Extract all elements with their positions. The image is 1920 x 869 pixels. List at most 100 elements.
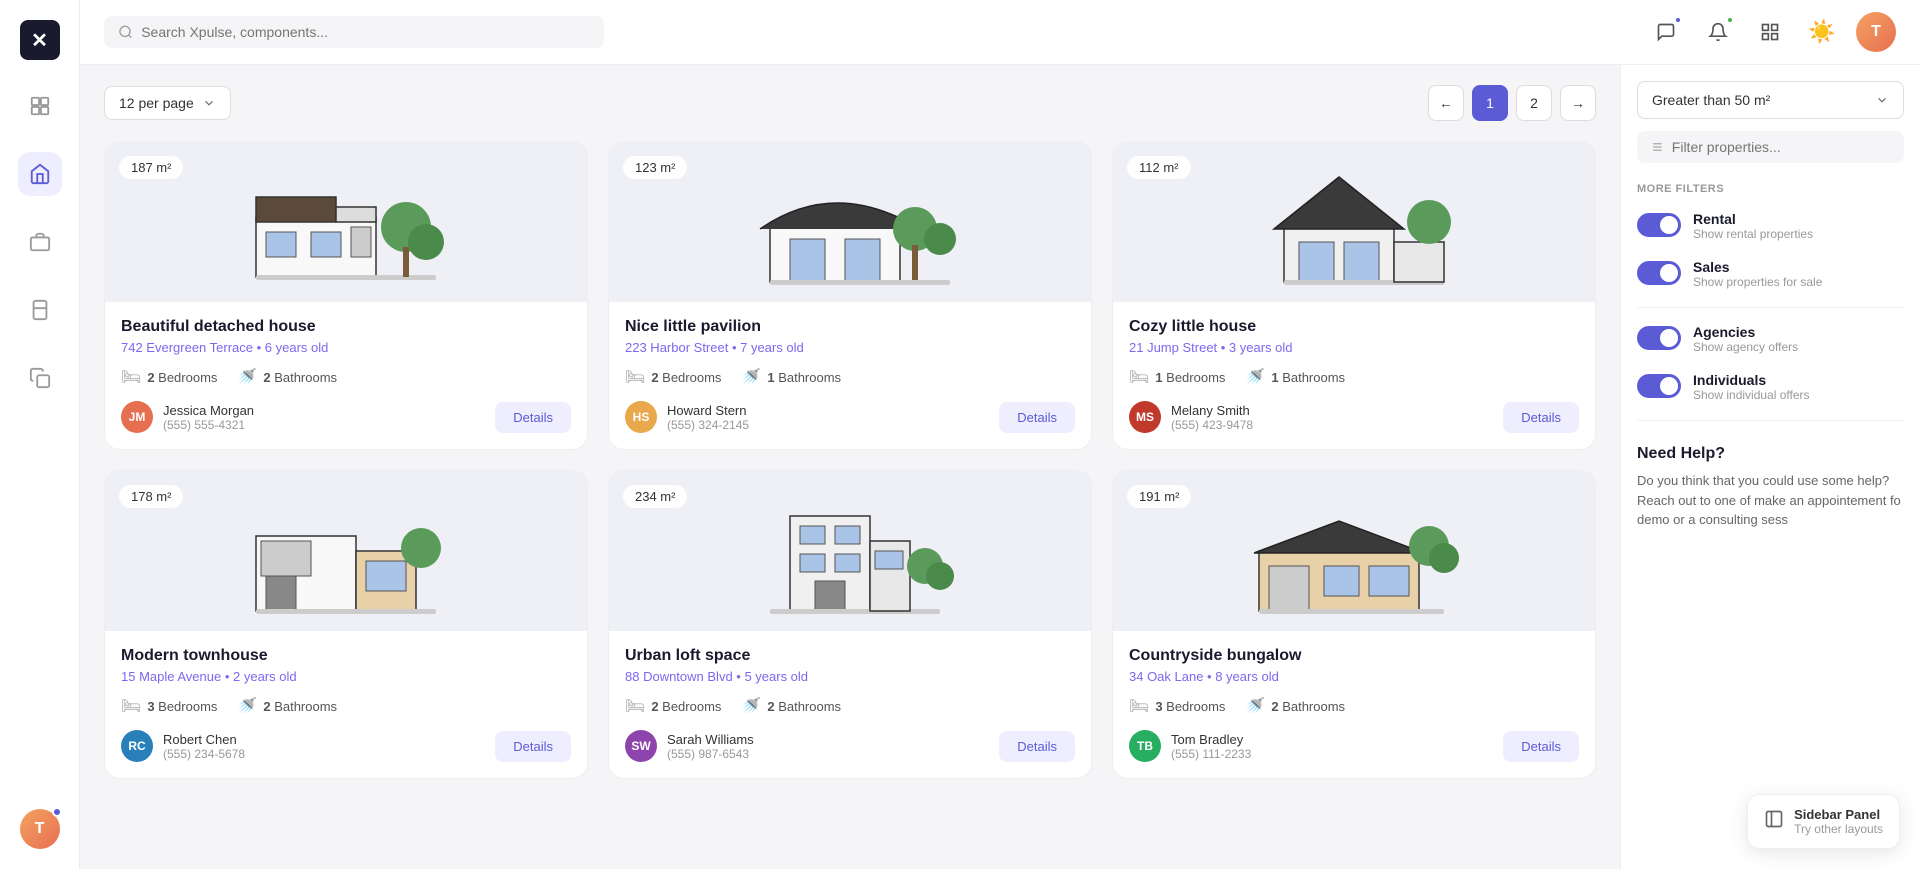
bed-icon: 🛏 <box>121 367 141 387</box>
details-button-4[interactable]: Details <box>495 731 571 762</box>
agencies-filter-name: Agencies <box>1693 324 1798 340</box>
sidebar-panel-hint[interactable]: Sidebar Panel Try other layouts <box>1747 794 1900 849</box>
bed-icon-4: 🛏 <box>121 696 141 716</box>
bedrooms-feature-1: 🛏 2 Bedrooms <box>121 367 217 387</box>
bath-icon: 🚿 <box>237 367 257 387</box>
bedroom-count-4: 3 Bedrooms <box>147 699 217 714</box>
house-illustration-3 <box>1244 157 1464 287</box>
details-button-1[interactable]: Details <box>495 402 571 433</box>
rental-toggle[interactable] <box>1637 213 1681 237</box>
hint-title: Sidebar Panel <box>1794 807 1883 822</box>
sales-filter-text: Sales Show properties for sale <box>1693 259 1822 289</box>
bedrooms-feature-3: 🛏 1 Bedrooms <box>1129 367 1225 387</box>
prev-page-button[interactable]: ← <box>1428 85 1464 121</box>
nav-user-avatar[interactable]: T <box>20 809 60 849</box>
page-1-button[interactable]: 1 <box>1472 85 1508 121</box>
next-page-button[interactable]: → <box>1560 85 1596 121</box>
filter-search-input[interactable] <box>1672 139 1890 155</box>
bathroom-count-2: 1 Bathrooms <box>767 370 841 385</box>
hint-subtitle: Try other layouts <box>1794 822 1883 836</box>
grid-view-button[interactable] <box>1752 14 1788 50</box>
nav-icon-dashboard[interactable] <box>18 84 62 128</box>
nav-icon-properties[interactable] <box>18 152 62 196</box>
chat-button[interactable] <box>1648 14 1684 50</box>
user-avatar[interactable]: T <box>1856 12 1896 52</box>
nav-icon-copy[interactable] <box>18 356 62 400</box>
individuals-filter-text: Individuals Show individual offers <box>1693 372 1810 402</box>
search-box[interactable] <box>104 16 604 48</box>
chevron-down-icon <box>202 96 216 110</box>
area-filter-dropdown[interactable]: Greater than 50 m² <box>1637 81 1904 119</box>
card-address-1: 742 Evergreen Terrace • 6 years old <box>121 340 571 355</box>
sales-filter-desc: Show properties for sale <box>1693 275 1822 289</box>
card-features-3: 🛏 1 Bedrooms 🚿 1 Bathrooms <box>1129 367 1579 387</box>
agent-phone-6: (555) 111-2233 <box>1171 747 1251 761</box>
agent-phone-5: (555) 987-6543 <box>667 747 754 761</box>
individuals-filter-desc: Show individual offers <box>1693 388 1810 402</box>
sales-toggle[interactable] <box>1637 261 1681 285</box>
theme-toggle-button[interactable]: ☀️ <box>1804 14 1840 50</box>
house-illustration-6 <box>1244 486 1464 616</box>
search-input[interactable] <box>141 24 590 40</box>
filter-search-icon <box>1651 140 1664 154</box>
page-2-button[interactable]: 2 <box>1516 85 1552 121</box>
area-badge-4: 178 m² <box>119 485 183 508</box>
app-logo[interactable]: ✕ <box>20 20 60 60</box>
agent-details-3: Melany Smith (555) 423-9478 <box>1171 403 1253 432</box>
house-illustration-1 <box>236 157 456 287</box>
house-illustration-4 <box>236 486 456 616</box>
bath-icon-2: 🚿 <box>741 367 761 387</box>
card-title-1: Beautiful detached house <box>121 318 571 336</box>
search-icon <box>118 24 133 40</box>
details-button-3[interactable]: Details <box>1503 402 1579 433</box>
bathrooms-feature-1: 🚿 2 Bathrooms <box>237 367 337 387</box>
card-image-5: 234 m² <box>609 471 1091 631</box>
per-page-select[interactable]: 12 per page <box>104 86 231 120</box>
agent-phone-2: (555) 324-2145 <box>667 418 749 432</box>
nav-icon-briefcase[interactable] <box>18 220 62 264</box>
property-card-6: 191 m² <box>1112 470 1596 779</box>
card-title-5: Urban loft space <box>625 647 1075 665</box>
bedroom-count-3: 1 Bedrooms <box>1155 370 1225 385</box>
agent-details-2: Howard Stern (555) 324-2145 <box>667 403 749 432</box>
property-card-5: 234 m² <box>608 470 1092 779</box>
card-footer-5: SW Sarah Williams (555) 987-6543 Details <box>625 730 1075 762</box>
agent-avatar-5: SW <box>625 730 657 762</box>
help-text: Do you think that you could use some hel… <box>1637 471 1904 530</box>
agent-details-6: Tom Bradley (555) 111-2233 <box>1171 732 1251 761</box>
card-footer-2: HS Howard Stern (555) 324-2145 Details <box>625 401 1075 433</box>
filter-row-individuals: Individuals Show individual offers <box>1637 372 1904 402</box>
bedroom-count-5: 2 Bedrooms <box>651 699 721 714</box>
individuals-toggle[interactable] <box>1637 374 1681 398</box>
details-button-5[interactable]: Details <box>999 731 1075 762</box>
card-features-5: 🛏 2 Bedrooms 🚿 2 Bathrooms <box>625 696 1075 716</box>
card-title-6: Countryside bungalow <box>1129 647 1579 665</box>
card-title-2: Nice little pavilion <box>625 318 1075 336</box>
bedroom-count-1: 2 Bedrooms <box>147 370 217 385</box>
agencies-filter-text: Agencies Show agency offers <box>1693 324 1798 354</box>
agencies-toggle[interactable] <box>1637 326 1681 350</box>
sidebar-panel-icon <box>1764 809 1784 834</box>
filter-divider-2 <box>1637 420 1904 421</box>
property-card-3: 112 m² <box>1112 141 1596 450</box>
card-body-6: Countryside bungalow 34 Oak Lane • 8 yea… <box>1113 631 1595 778</box>
details-button-2[interactable]: Details <box>999 402 1075 433</box>
notifications-button[interactable] <box>1700 14 1736 50</box>
agent-phone-4: (555) 234-5678 <box>163 747 245 761</box>
agent-details-5: Sarah Williams (555) 987-6543 <box>667 732 754 761</box>
card-image-4: 178 m² <box>105 471 587 631</box>
sales-filter-name: Sales <box>1693 259 1822 275</box>
card-body-1: Beautiful detached house 742 Evergreen T… <box>105 302 587 449</box>
card-address-2: 223 Harbor Street • 7 years old <box>625 340 1075 355</box>
right-sidebar: Greater than 50 m² MORE FILTERS Rental S… <box>1620 65 1920 869</box>
nav-icon-layers[interactable] <box>18 288 62 332</box>
filter-search-box[interactable] <box>1637 131 1904 163</box>
agent-info-5: SW Sarah Williams (555) 987-6543 <box>625 730 754 762</box>
bathroom-count-3: 1 Bathrooms <box>1271 370 1345 385</box>
agent-name-1: Jessica Morgan <box>163 403 254 418</box>
filter-row-rental: Rental Show rental properties <box>1637 211 1904 241</box>
bath-icon-4: 🚿 <box>237 696 257 716</box>
details-button-6[interactable]: Details <box>1503 731 1579 762</box>
top-bar: ☀️ T <box>80 0 1920 65</box>
agent-name-2: Howard Stern <box>667 403 749 418</box>
